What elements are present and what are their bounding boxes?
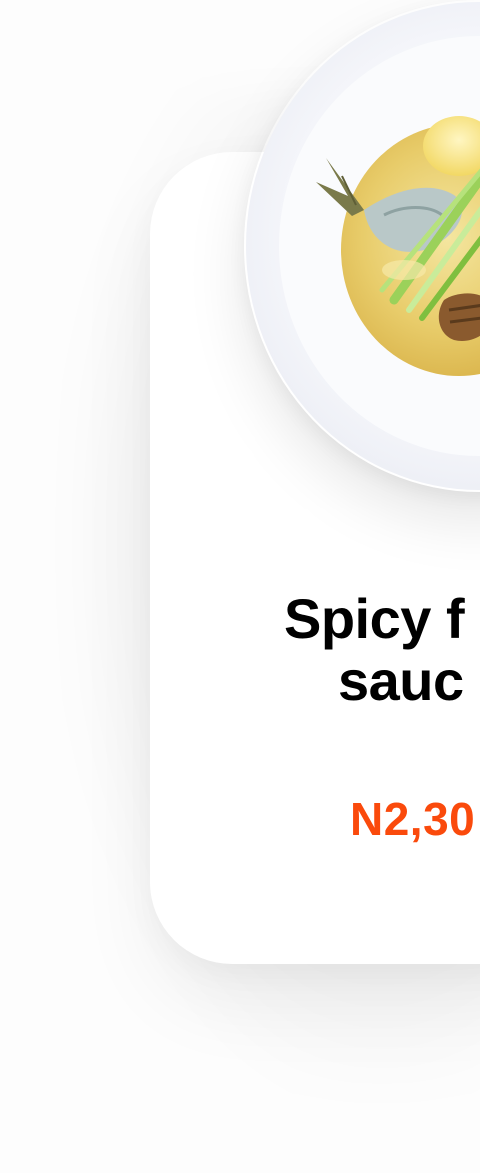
fish-dish-icon [246,2,480,490]
product-detail-page: Spicy f sauc N2,30 [0,0,480,1173]
dish-name: Spicy f sauc [284,588,480,712]
dish-price: N2,30 [350,793,476,845]
dish-name-line2: sauc [338,649,464,712]
dish-name-line1: Spicy f [284,587,465,650]
dish-image [244,0,480,492]
